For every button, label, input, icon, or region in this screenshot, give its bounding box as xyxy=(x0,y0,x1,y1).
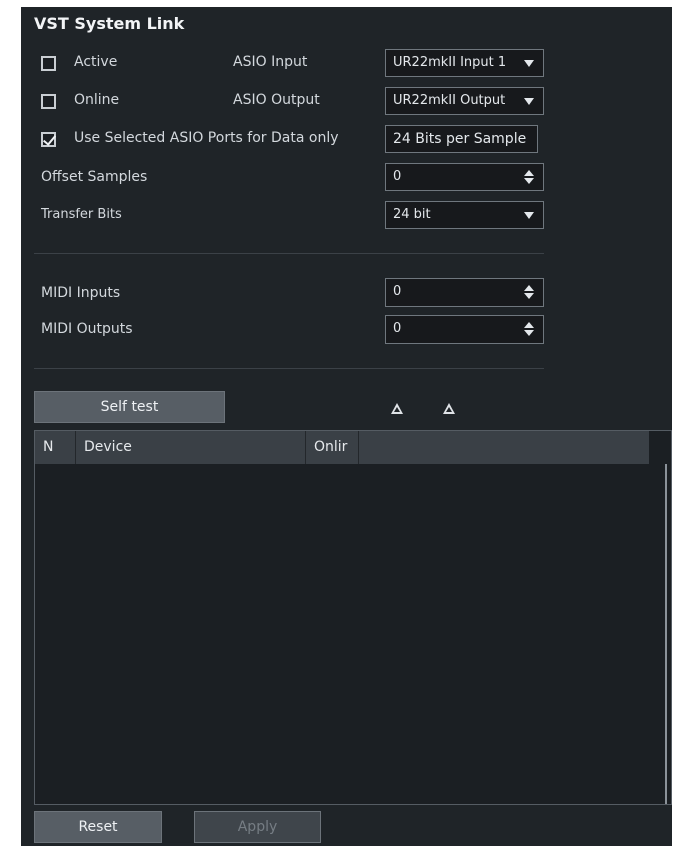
column-header-device[interactable]: Device xyxy=(76,431,306,464)
midi-inputs-label: MIDI Inputs xyxy=(41,285,121,301)
device-table[interactable]: N Device Onlir xyxy=(34,430,672,805)
online-label: Online xyxy=(74,92,120,108)
asio-output-dropdown[interactable]: UR22mkII Output xyxy=(385,87,544,115)
table-header: N Device Onlir xyxy=(35,431,649,464)
asio-input-value: UR22mkII Input 1 xyxy=(393,55,507,70)
transfer-bits-label: Transfer Bits xyxy=(41,207,122,222)
asio-input-dropdown[interactable]: UR22mkII Input 1 xyxy=(385,49,544,77)
midi-outputs-value: 0 xyxy=(393,321,402,336)
section-divider xyxy=(34,368,544,369)
midi-inputs-value: 0 xyxy=(393,284,402,299)
midi-outputs-label: MIDI Outputs xyxy=(41,321,133,337)
bits-per-sample-value: 24 Bits per Sample xyxy=(393,131,527,147)
column-header-online[interactable]: Onlir xyxy=(306,431,359,464)
spinner-icon[interactable] xyxy=(524,170,534,184)
spinner-icon[interactable] xyxy=(524,285,534,299)
section-divider xyxy=(34,253,544,254)
offset-samples-spinner[interactable]: 0 xyxy=(385,163,544,191)
reset-button[interactable]: Reset xyxy=(34,811,162,843)
apply-button[interactable]: Apply xyxy=(194,811,321,843)
asio-output-value: UR22mkII Output xyxy=(393,93,506,108)
midi-inputs-spinner[interactable]: 0 xyxy=(385,278,544,307)
transfer-bits-dropdown[interactable]: 24 bit xyxy=(385,201,544,229)
table-scrollbar[interactable] xyxy=(665,464,667,804)
use-selected-asio-label: Use Selected ASIO Ports for Data only xyxy=(74,130,339,146)
dropdown-arrow-icon xyxy=(524,98,534,105)
active-checkbox[interactable] xyxy=(41,56,56,71)
panel-title: VST System Link xyxy=(34,14,185,33)
dropdown-arrow-icon xyxy=(524,60,534,67)
offset-samples-label: Offset Samples xyxy=(41,169,148,185)
dropdown-arrow-icon xyxy=(524,212,534,219)
activity-triangle-icon xyxy=(443,403,455,414)
self-test-button[interactable]: Self test xyxy=(34,391,225,423)
column-header-n[interactable]: N xyxy=(35,431,76,464)
active-label: Active xyxy=(74,54,118,70)
online-checkbox[interactable] xyxy=(41,94,56,109)
transfer-bits-value: 24 bit xyxy=(393,207,431,222)
activity-triangle-icon xyxy=(391,403,403,414)
asio-output-label: ASIO Output xyxy=(233,92,320,108)
asio-input-label: ASIO Input xyxy=(233,54,308,70)
spinner-icon[interactable] xyxy=(524,322,534,336)
bits-per-sample-display: 24 Bits per Sample xyxy=(385,125,538,153)
offset-samples-value: 0 xyxy=(393,169,402,184)
use-selected-asio-checkbox[interactable] xyxy=(41,132,56,147)
midi-outputs-spinner[interactable]: 0 xyxy=(385,315,544,344)
